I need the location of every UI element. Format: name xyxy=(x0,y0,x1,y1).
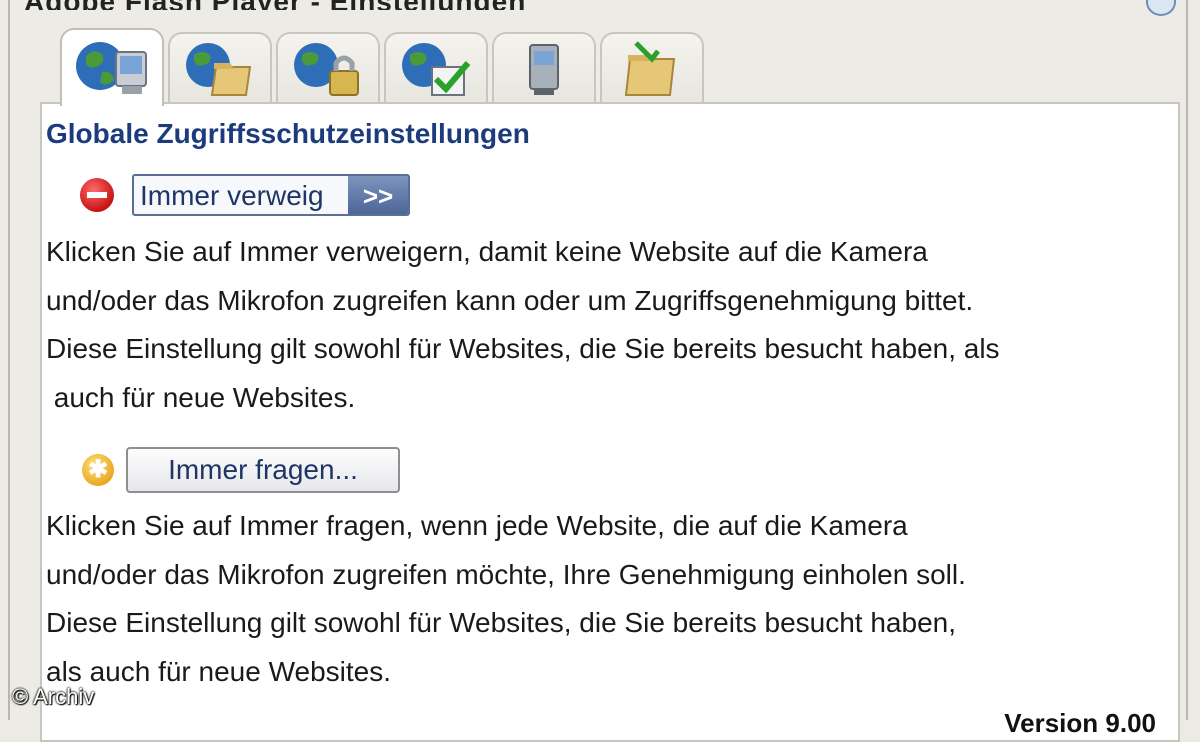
ask-description: Klicken Sie auf Immer fragen, wenn jede … xyxy=(46,502,1166,696)
text-line: Klicken Sie auf Immer verweigern, damit … xyxy=(46,236,928,267)
always-deny-label: Immer verweig xyxy=(140,180,324,211)
window-title: Adobe Flash Player - Einstellungen xyxy=(10,0,1200,10)
expand-arrows[interactable]: >> xyxy=(348,176,408,214)
settings-tabs xyxy=(60,28,708,106)
globe-monitor-icon xyxy=(76,42,147,94)
help-icon[interactable] xyxy=(1146,0,1176,16)
globe-checkmark-icon xyxy=(402,43,471,96)
text-line: Klicken Sie auf Immer fragen, wenn jede … xyxy=(46,510,908,541)
text-line: auch für neue Websites. xyxy=(46,381,356,413)
computer-tower-icon xyxy=(529,44,559,95)
page-title: Globale Zugriffsschutzeinstellungen xyxy=(46,118,530,149)
always-deny-button[interactable]: Immer verweig >> xyxy=(132,174,410,216)
tab-notifications[interactable] xyxy=(384,32,488,104)
text-line: Diese Einstellung gilt sowohl für Websit… xyxy=(46,607,956,638)
tab-security[interactable] xyxy=(276,32,380,104)
folder-arrow-icon xyxy=(624,41,676,96)
deny-row: Immer verweig >> xyxy=(80,174,410,216)
text-line: Diese Einstellung gilt sowohl für Websit… xyxy=(46,333,1000,364)
always-ask-button[interactable]: Immer fragen... xyxy=(126,447,400,493)
text-line: und/oder das Mikrofon zugreifen möchte, … xyxy=(46,558,966,590)
globe-lock-icon xyxy=(294,43,359,96)
text-line: und/oder das Mikrofon zugreifen kann ode… xyxy=(46,284,974,316)
deny-description: Klicken Sie auf Immer verweigern, damit … xyxy=(46,228,1166,422)
tab-storage-folder[interactable] xyxy=(600,32,704,104)
tab-website-storage[interactable] xyxy=(168,32,272,104)
text-line: als auch für neue Websites. xyxy=(46,655,392,687)
ask-icon: ✱ xyxy=(82,454,114,486)
deny-icon xyxy=(80,178,114,212)
copyright-watermark: © Archiv xyxy=(12,684,95,709)
globe-folder-icon xyxy=(186,43,252,96)
ask-row: ✱ Immer fragen... xyxy=(82,447,400,493)
tab-peer-assisted[interactable] xyxy=(492,32,596,104)
version-label: Version 9.00 xyxy=(1004,708,1156,738)
tab-global-privacy[interactable] xyxy=(60,28,164,106)
